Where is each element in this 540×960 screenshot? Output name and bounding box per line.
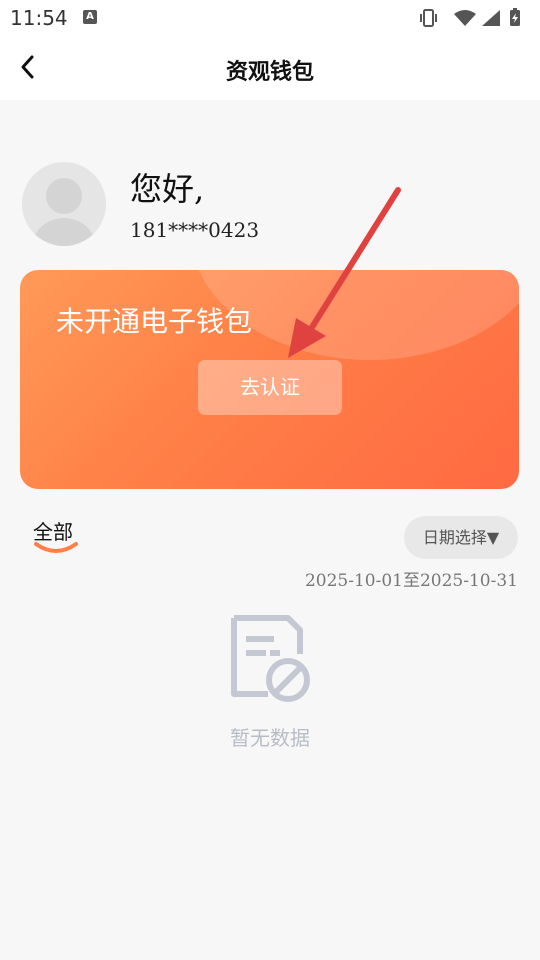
verify-button[interactable]: 去认证 — [198, 360, 342, 415]
status-icons — [420, 8, 520, 27]
phone-number: 181****0423 — [130, 218, 260, 242]
no-data-icon — [231, 615, 310, 702]
vibrate-icon — [420, 9, 437, 27]
battery-icon — [510, 8, 520, 26]
wifi-icon — [454, 10, 476, 26]
status-bar: 11:54 A — [0, 0, 540, 36]
nav-bar: 资观钱包 — [0, 36, 540, 100]
avatar — [22, 162, 106, 246]
app-notification-icon: A — [83, 10, 97, 24]
date-range-text: 2025-10-01至2025-10-31 — [304, 571, 518, 591]
signal-icon — [482, 10, 500, 26]
status-time: 11:54 — [10, 6, 68, 30]
wallet-card: 未开通电子钱包 去认证 — [20, 270, 519, 489]
page-title: 资观钱包 — [225, 60, 314, 85]
wallet-status-title: 未开通电子钱包 — [56, 305, 253, 338]
empty-state-text: 暂无数据 — [230, 726, 310, 750]
greeting-text: 您好, — [130, 170, 205, 208]
tab-active-indicator — [34, 542, 78, 553]
user-avatar-icon — [32, 178, 96, 246]
date-select-button[interactable]: 日期选择▼ — [404, 516, 518, 559]
